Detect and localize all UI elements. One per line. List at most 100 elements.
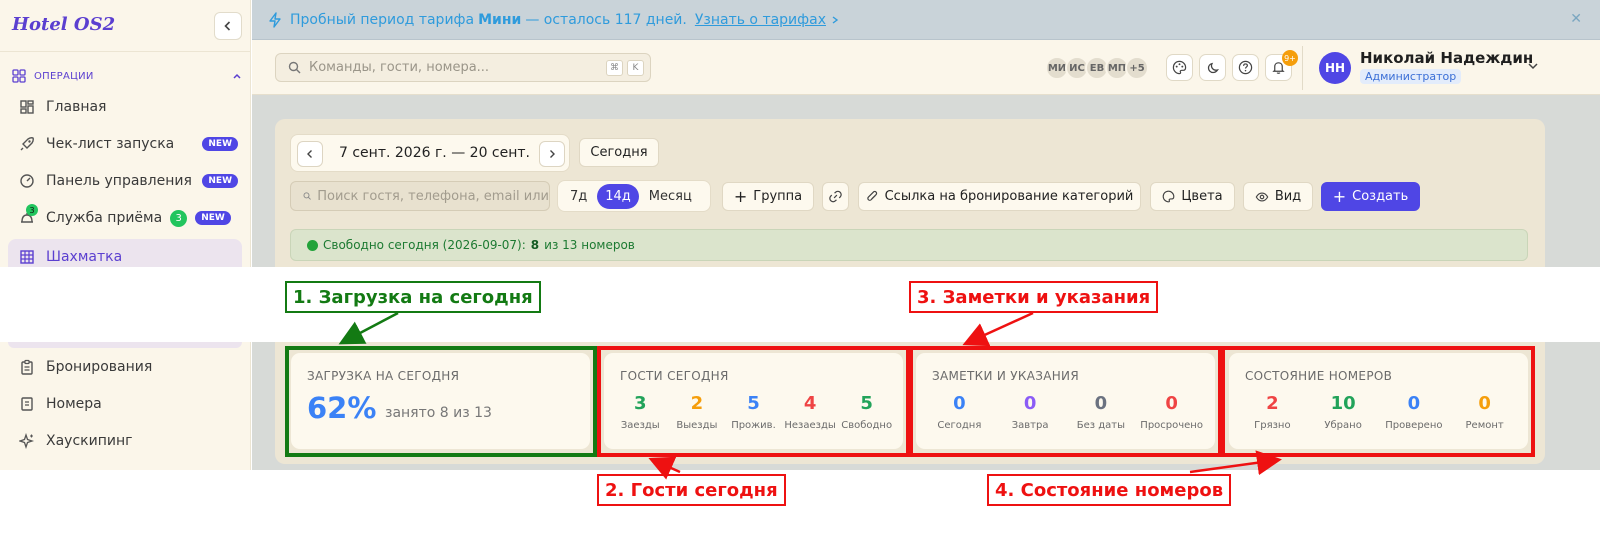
- guest-search-input[interactable]: Поиск гостя, телефона, email или: [290, 181, 550, 211]
- section-operations[interactable]: ОПЕРАЦИИ: [12, 68, 242, 84]
- dark-mode-button[interactable]: [1199, 54, 1226, 81]
- link-icon: [829, 190, 842, 203]
- search-icon: [303, 192, 311, 200]
- command-search-input[interactable]: Команды, гости, номера... ⌘ K: [275, 53, 651, 82]
- app-root: Hotel OS2 ОПЕРАЦИИ Главная Чек-лист запу…: [0, 0, 1600, 546]
- today-button[interactable]: Сегодня: [579, 138, 659, 167]
- date-range-text[interactable]: 7 сент. 2026 г. — 20 сент.: [339, 145, 530, 161]
- create-button[interactable]: + Создать: [1321, 182, 1420, 211]
- plans-link[interactable]: Узнать о тарифах: [695, 12, 826, 28]
- sidebar-item-label: Панель управления: [46, 173, 192, 189]
- copy-link-button[interactable]: [822, 182, 849, 211]
- category-booking-link-button[interactable]: Ссылка на бронирование категорий: [858, 182, 1141, 211]
- dashboard-icon: [8, 99, 46, 115]
- annotation-1-label: 1. Загрузка на сегодня: [285, 281, 541, 313]
- chevron-left-icon: [307, 150, 312, 158]
- topbar-separator: [1302, 46, 1303, 90]
- view-label: Вид: [1274, 189, 1302, 204]
- section-label: ОПЕРАЦИИ: [34, 70, 94, 82]
- new-badge: NEW: [195, 211, 231, 225]
- user-role-badge: Администратор: [1360, 69, 1462, 84]
- kbd-k: K: [627, 60, 644, 76]
- date-range-navigator: 7 сент. 2026 г. — 20 сент.: [290, 134, 570, 172]
- sidebar-active-bottom: [8, 342, 242, 348]
- booking-link-label: Ссылка на бронирование категорий: [884, 189, 1134, 204]
- sidebar-item-launch-checklist[interactable]: Чек-лист запуска NEW: [8, 128, 242, 160]
- sidebar-item-rooms[interactable]: Номера: [8, 388, 242, 420]
- sidebar-item-control-panel[interactable]: Панель управления NEW: [8, 165, 242, 197]
- eye-icon: [1255, 191, 1269, 202]
- colors-label: Цвета: [1181, 189, 1223, 204]
- free-count: 8: [530, 238, 540, 252]
- notifications-button[interactable]: 9+: [1265, 50, 1298, 81]
- chevron-down-icon[interactable]: [1527, 60, 1539, 72]
- grid-icon: [8, 249, 46, 265]
- more-users-avatar[interactable]: +5: [1125, 56, 1149, 80]
- sidebar-item-front-desk[interactable]: 3 Служба приёма 3 NEW: [8, 202, 242, 234]
- banner-remaining: — осталось 117 дней.: [525, 11, 687, 28]
- group-label: Группа: [753, 189, 803, 204]
- help-button[interactable]: [1232, 54, 1259, 81]
- new-badge: NEW: [202, 137, 238, 151]
- sidebar-item-home[interactable]: Главная: [8, 91, 242, 123]
- period-segmented-control: 7д 14д Месяц: [557, 180, 711, 212]
- chevron-right-icon: [550, 150, 555, 158]
- palette-icon: [1162, 190, 1175, 203]
- theme-palette-button[interactable]: [1166, 54, 1193, 81]
- plus-icon: +: [733, 187, 748, 206]
- sidebar-item-label: Чек-лист запуска: [46, 136, 175, 152]
- sidebar-item-label: Шахматка: [46, 249, 123, 265]
- search-placeholder: Команды, гости, номера...: [309, 60, 490, 75]
- notification-count-badge: 9+: [1282, 50, 1298, 66]
- annotation-4-label: 4. Состояние номеров: [987, 474, 1232, 506]
- sparkle-icon: [8, 433, 46, 449]
- period-14d[interactable]: 14д: [597, 183, 639, 209]
- group-button[interactable]: + Группа: [722, 182, 814, 211]
- online-users[interactable]: МИ ИС ЕВ МП +5: [1045, 56, 1149, 80]
- sidebar-item-label: Номера: [46, 396, 102, 412]
- clipboard-icon: [8, 359, 46, 375]
- paperclip-icon: [866, 190, 877, 201]
- banner-plan: Мини: [478, 11, 522, 28]
- app-logo[interactable]: Hotel OS2: [12, 14, 115, 35]
- count-badge: 3: [170, 209, 188, 227]
- chevron-left-icon: [224, 21, 231, 31]
- user-avatar[interactable]: НН: [1319, 52, 1351, 84]
- highlight-rooms-card: [1221, 346, 1535, 457]
- period-month[interactable]: Месяц: [641, 184, 700, 209]
- highlight-guests-card: [597, 346, 910, 457]
- sidebar-item-bookings[interactable]: Бронирования: [8, 351, 242, 383]
- free-rooms-status: Свободно сегодня (2026-09-07): 8 из 13 н…: [290, 229, 1528, 261]
- view-button[interactable]: Вид: [1243, 182, 1313, 211]
- highlight-notes-card: [909, 346, 1222, 457]
- annotation-3-label: 3. Заметки и указания: [909, 281, 1159, 313]
- create-label: Создать: [1352, 189, 1409, 204]
- banner-close-icon[interactable]: ✕: [1570, 11, 1582, 27]
- next-period-button[interactable]: [539, 141, 565, 167]
- kbd-cmd: ⌘: [606, 60, 623, 76]
- sidebar-item-label: Главная: [46, 99, 107, 115]
- period-7d[interactable]: 7д: [562, 184, 595, 209]
- annotation-band: [0, 267, 1600, 342]
- highlight-load-card: [285, 346, 597, 457]
- plus-icon: +: [1332, 187, 1347, 206]
- door-icon: [8, 396, 46, 412]
- colors-button[interactable]: Цвета: [1150, 182, 1235, 211]
- banner-prefix: Пробный период тарифа: [290, 11, 475, 28]
- sidebar: Hotel OS2 ОПЕРАЦИИ Главная Чек-лист запу…: [0, 0, 251, 470]
- sidebar-collapse-button[interactable]: [214, 12, 242, 40]
- prev-period-button[interactable]: [297, 141, 323, 167]
- gauge-icon: [8, 173, 46, 189]
- rocket-icon: [8, 136, 46, 152]
- sidebar-item-housekeeping[interactable]: Хаускипинг: [8, 425, 242, 457]
- icon-count-badge: 3: [26, 204, 38, 216]
- grid-small-icon: [12, 69, 26, 83]
- sidebar-divider: [0, 51, 251, 52]
- search-icon: [288, 61, 301, 74]
- user-name[interactable]: Николай Надеждин: [1360, 49, 1533, 67]
- sidebar-item-label: Служба приёма: [46, 210, 163, 226]
- free-status-suffix: из 13 номеров: [544, 238, 635, 252]
- chevron-right-icon: [832, 15, 839, 24]
- lightning-icon: [269, 11, 281, 28]
- moon-icon: [1207, 62, 1219, 73]
